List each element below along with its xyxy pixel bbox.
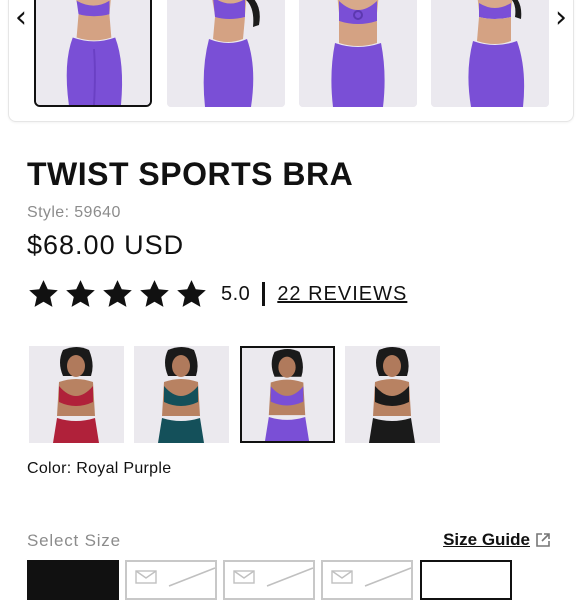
- product-title: TWIST SPORTS BRA: [27, 156, 354, 192]
- color-swatch-red[interactable]: [29, 346, 124, 443]
- size-option[interactable]: [420, 560, 512, 600]
- size-guide-link[interactable]: Size Guide: [443, 530, 551, 550]
- model-front-view-image: [299, 0, 417, 107]
- product-style-number: Style: 59640: [27, 204, 121, 221]
- model-teal-image: [134, 346, 229, 443]
- model-side-view-image: [167, 0, 285, 107]
- star-icon: [140, 279, 169, 307]
- color-swatch-royal-purple[interactable]: [240, 346, 335, 443]
- star-icon: [103, 279, 132, 307]
- model-black-image: [345, 346, 440, 443]
- star-icon: [66, 279, 95, 307]
- chevron-right-icon[interactable]: ›: [551, 3, 571, 33]
- divider: [262, 282, 266, 306]
- strike-through-line: [266, 567, 314, 587]
- selected-color-label: Color: Royal Purple: [27, 460, 172, 477]
- size-option-sold-out[interactable]: [321, 560, 413, 600]
- rating-value: 5.0: [221, 282, 251, 305]
- size-option-sold-out[interactable]: [223, 560, 315, 600]
- external-link-icon: [536, 533, 550, 547]
- strike-through-line: [168, 567, 216, 587]
- carousel-thumbnail[interactable]: [34, 0, 152, 107]
- model-rear-view-image: [431, 0, 549, 107]
- carousel-thumbnail[interactable]: [299, 0, 417, 107]
- star-icon: [177, 279, 206, 307]
- size-guide-label: Size Guide: [443, 530, 530, 549]
- image-carousel: ‹ ›: [8, 0, 574, 122]
- model-back-view-image: [36, 0, 150, 105]
- carousel-thumbnail[interactable]: [431, 0, 549, 107]
- color-swatch-teal[interactable]: [134, 346, 229, 443]
- product-price: $68.00 USD: [27, 230, 185, 260]
- mail-icon: [331, 570, 353, 584]
- chevron-left-icon[interactable]: ‹: [11, 3, 31, 33]
- color-swatch-black[interactable]: [345, 346, 440, 443]
- model-red-image: [29, 346, 124, 443]
- strike-through-line: [364, 567, 412, 587]
- star-rating: [27, 278, 208, 311]
- star-icon: [29, 279, 58, 307]
- model-royal-purple-image: [242, 348, 333, 441]
- carousel-thumbnail[interactable]: [167, 0, 285, 107]
- rating-row: 5.0 22 REVIEWS: [27, 276, 407, 312]
- select-size-label: Select Size: [27, 531, 121, 550]
- mail-icon: [233, 570, 255, 584]
- mail-icon: [135, 570, 157, 584]
- size-option[interactable]: [27, 560, 119, 600]
- reviews-link[interactable]: 22 REVIEWS: [277, 283, 407, 306]
- size-option-sold-out[interactable]: [125, 560, 217, 600]
